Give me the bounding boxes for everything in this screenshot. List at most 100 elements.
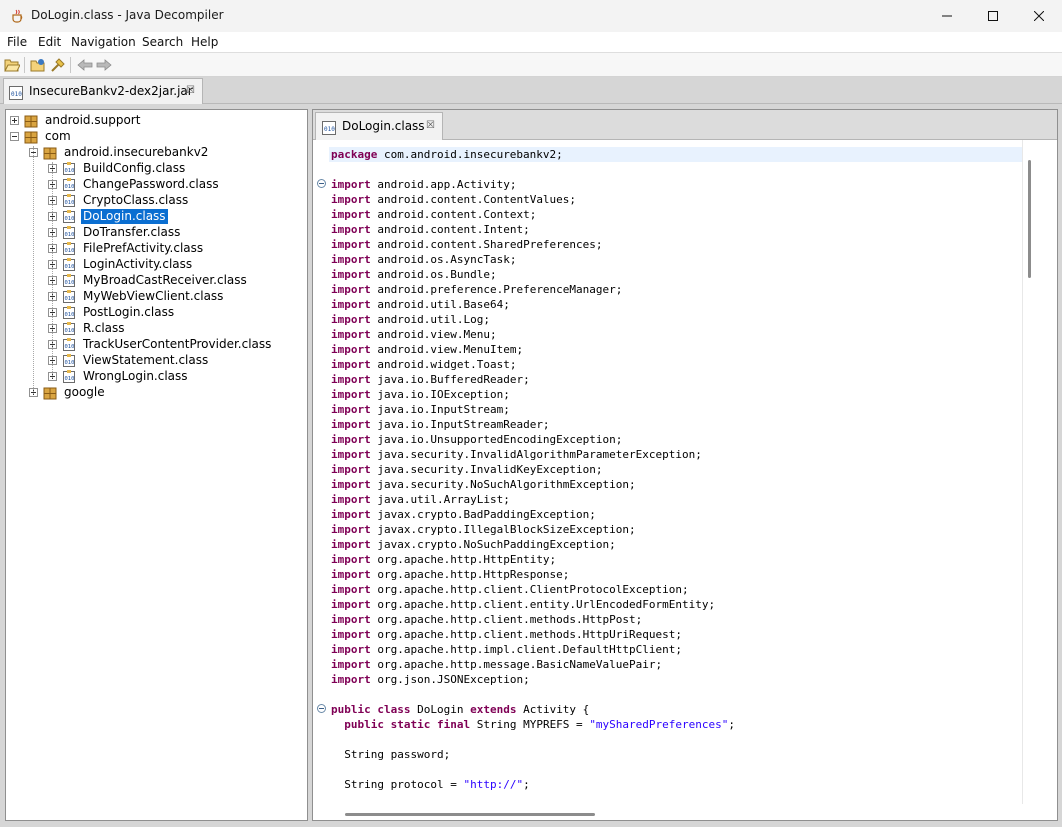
tree-item-class[interactable]: 010 MyBroadCastReceiver.class	[48, 273, 318, 289]
tree-item-class[interactable]: 010 TrackUserContentProvider.class	[48, 337, 318, 353]
code-keyword: import	[331, 373, 371, 386]
tab-close-icon[interactable]: ☒	[186, 86, 195, 96]
package-icon	[43, 147, 57, 160]
package-icon	[43, 387, 57, 400]
code-line: package com.android.insecurebankv2;	[329, 147, 1022, 162]
open-file-button[interactable]	[3, 56, 21, 74]
minimize-icon	[942, 15, 952, 17]
collapse-icon[interactable]	[10, 132, 19, 141]
search-button[interactable]	[49, 56, 67, 74]
back-button[interactable]	[76, 56, 94, 74]
code-text: ;	[728, 718, 736, 731]
tree-item-package[interactable]: android.support	[10, 113, 280, 129]
code-text: java.security.NoSuchAlgorithmException;	[370, 478, 636, 491]
tree-item-class[interactable]: 010 CryptoClass.class	[48, 193, 318, 209]
fold-toggle-icon[interactable]	[317, 704, 326, 713]
code-keyword: import	[331, 178, 371, 191]
class-file-icon: 010	[63, 274, 75, 287]
menu-search[interactable]: Search	[142, 35, 183, 49]
code-line: import android.widget.Toast;	[329, 357, 1022, 372]
code-line: import org.apache.http.HttpResponse;	[329, 567, 1022, 582]
code-keyword: import	[331, 448, 371, 461]
tree-item-label: DoTransfer.class	[83, 225, 181, 239]
code-string: "mySharedPreferences"	[589, 718, 729, 731]
jar-file-icon: 010	[9, 86, 23, 100]
class-file-icon: 010	[63, 226, 75, 239]
code-line: import java.security.NoSuchAlgorithmExce…	[329, 477, 1022, 492]
tree-guide-line	[52, 162, 53, 378]
tree-item-package[interactable]: android.insecurebankv2	[29, 145, 299, 161]
tree-item-package[interactable]: google	[29, 385, 299, 401]
tree-item-class[interactable]: 010 DoTransfer.class	[48, 225, 318, 241]
code-text: android.view.Menu;	[370, 328, 497, 341]
menu-file[interactable]: File	[7, 35, 27, 49]
svg-text:010: 010	[65, 216, 75, 222]
tab-dologin-class[interactable]: 010 DoLogin.class ☒	[315, 112, 443, 140]
code-keyword: import	[331, 298, 371, 311]
tree-item-class[interactable]: 010 R.class	[48, 321, 318, 337]
maximize-button[interactable]	[970, 0, 1016, 32]
tree-item-label: WrongLogin.class	[83, 369, 188, 383]
open-type-button[interactable]	[29, 56, 47, 74]
toolbar-separator	[24, 57, 25, 73]
class-file-icon: 010	[63, 322, 75, 335]
main-area: android.support com android.insecurebankv2…	[0, 104, 1062, 827]
code-keyword: import	[331, 268, 371, 281]
menu-navigation[interactable]: Navigation	[71, 35, 136, 49]
code-text: com.android.insecurebankv2;	[377, 148, 563, 161]
svg-text:010: 010	[65, 184, 75, 190]
code-view[interactable]: package com.android.insecurebankv2; impor…	[329, 140, 1023, 804]
code-line: import org.apache.http.client.entity.Url…	[329, 597, 1022, 612]
code-text: android.view.MenuItem;	[370, 343, 524, 356]
horizontal-scrollbar[interactable]	[345, 813, 595, 816]
forward-button[interactable]	[95, 56, 113, 74]
tree-item-class[interactable]: 010 LoginActivity.class	[48, 257, 318, 273]
svg-text:010: 010	[65, 264, 75, 270]
code-keyword: import	[331, 403, 371, 416]
vertical-scrollbar[interactable]	[1028, 160, 1031, 278]
menu-help[interactable]: Help	[191, 35, 218, 49]
tree-item-class[interactable]: 010 PostLogin.class	[48, 305, 318, 321]
tab-close-icon[interactable]: ☒	[426, 121, 435, 131]
close-button[interactable]	[1016, 0, 1062, 32]
tree-item-label: ViewStatement.class	[83, 353, 209, 367]
code-text: java.security.InvalidAlgorithmParameterE…	[370, 448, 702, 461]
tree-item-label: LoginActivity.class	[83, 257, 193, 271]
code-text: java.security.InvalidKeyException;	[370, 463, 603, 476]
menu-edit[interactable]: Edit	[38, 35, 61, 49]
tree-item-package[interactable]: com	[10, 129, 280, 145]
class-file-icon: 010	[63, 354, 75, 367]
code-text: org.apache.http.HttpResponse;	[370, 568, 570, 581]
back-arrow-icon	[77, 59, 93, 71]
tree-item-class[interactable]: 010 BuildConfig.class	[48, 161, 318, 177]
fold-toggle-icon[interactable]	[317, 179, 326, 188]
tree-item-class[interactable]: 010 WrongLogin.class	[48, 369, 318, 385]
code-keyword: import	[331, 643, 371, 656]
code-line: import android.view.Menu;	[329, 327, 1022, 342]
code-text: org.apache.http.HttpEntity;	[370, 553, 557, 566]
code-line: import org.json.JSONException;	[329, 672, 1022, 687]
svg-text:010: 010	[65, 200, 75, 206]
expand-icon[interactable]	[10, 116, 19, 125]
code-text: javax.crypto.NoSuchPaddingException;	[370, 538, 616, 551]
tab-jar-file[interactable]: 010 InsecureBankv2-dex2jar.jar ☒	[3, 78, 203, 104]
open-file-icon	[4, 59, 20, 72]
tree-item-class[interactable]: 010 MyWebViewClient.class	[48, 289, 318, 305]
minimize-button[interactable]	[924, 0, 970, 32]
code-keyword: import	[331, 388, 371, 401]
code-line: import android.content.SharedPreferences…	[329, 237, 1022, 252]
code-line: import org.apache.http.impl.client.Defau…	[329, 642, 1022, 657]
code-line: import java.util.ArrayList;	[329, 492, 1022, 507]
tree-item-label: MyBroadCastReceiver.class	[83, 273, 247, 287]
tree-item-class[interactable]: 010 ChangePassword.class	[48, 177, 318, 193]
code-line: import android.content.Context;	[329, 207, 1022, 222]
tree-item-class[interactable]: 010 DoLogin.class	[48, 209, 318, 225]
editor-pane: 010 DoLogin.class ☒ package com.android.…	[312, 109, 1058, 821]
tree-item-class[interactable]: 010 FilePrefActivity.class	[48, 241, 318, 257]
tree-item-class[interactable]: 010 ViewStatement.class	[48, 353, 318, 369]
code-keyword: import	[331, 568, 371, 581]
title-bar: DoLogin.class - Java Decompiler	[0, 0, 1062, 32]
code-text: org.apache.http.client.methods.HttpUriRe…	[370, 628, 683, 641]
code-keyword: import	[331, 328, 371, 341]
